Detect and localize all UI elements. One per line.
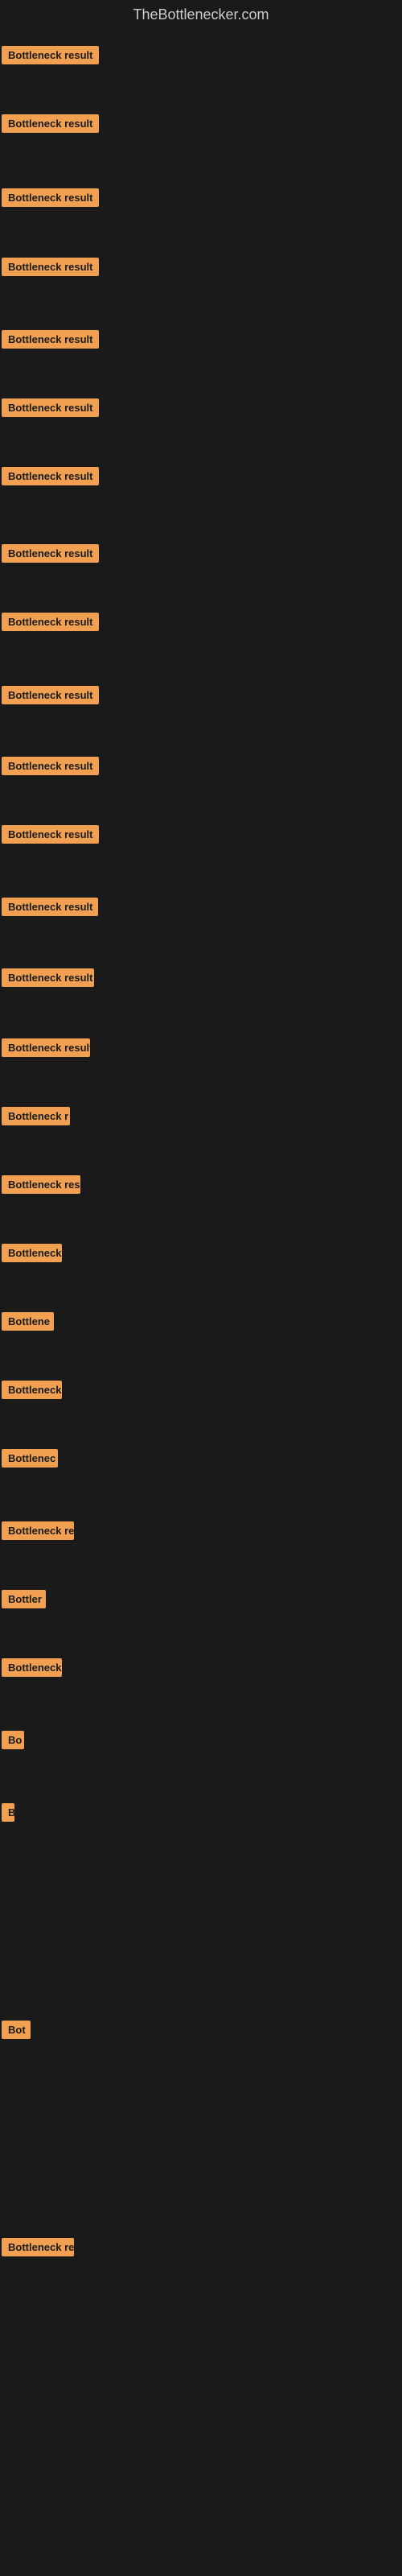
bottleneck-item: Bottleneck result	[2, 330, 99, 353]
bottleneck-badge: Bottleneck result	[2, 968, 94, 987]
bottleneck-item: Bottleneck result	[2, 1038, 90, 1061]
bottleneck-item: Bo	[2, 1731, 24, 1753]
bottleneck-item: Bottleneck result	[2, 258, 99, 280]
bottleneck-badge: Bottleneck result	[2, 825, 99, 844]
bottleneck-item: Bottlene	[2, 1312, 54, 1335]
bottleneck-badge: Bottlene	[2, 1312, 54, 1331]
bottleneck-item: Bottler	[2, 1590, 46, 1612]
bottleneck-badge: Bottleneck result	[2, 1038, 90, 1057]
bottleneck-badge: Bottleneck resu	[2, 1175, 80, 1194]
bottleneck-badge: Bottleneck result	[2, 757, 99, 775]
bottleneck-item: Bottlenec	[2, 1449, 58, 1472]
bottleneck-badge: Bottleneck	[2, 1244, 62, 1262]
bottleneck-badge: Bot	[2, 2021, 31, 2039]
bottleneck-item: Bottleneck result	[2, 686, 99, 708]
bottleneck-badge: Bottleneck result	[2, 898, 98, 916]
bottleneck-badge: Bottleneck result	[2, 544, 99, 563]
bottleneck-badge: Bottleneck result	[2, 613, 99, 631]
bottleneck-badge: Bottleneck result	[2, 114, 99, 133]
bottleneck-badge: Bottleneck r	[2, 1107, 70, 1125]
bottleneck-item: Bottleneck result	[2, 46, 99, 68]
bottleneck-item: Bottleneck re	[2, 1521, 74, 1544]
bottleneck-item: Bottleneck r	[2, 1107, 70, 1129]
bottleneck-badge: B	[2, 1803, 14, 1822]
bottleneck-item: Bottleneck result	[2, 757, 99, 779]
bottleneck-badge: Bottleneck result	[2, 188, 99, 207]
bottleneck-item: Bottleneck result	[2, 968, 94, 991]
bottleneck-item: Bottleneck result	[2, 114, 99, 137]
bottleneck-badge: Bottleneck result	[2, 258, 99, 276]
bottleneck-badge: Bottleneck result	[2, 686, 99, 704]
bottleneck-item: Bottleneck	[2, 1658, 62, 1681]
bottleneck-item: Bottleneck re	[2, 2238, 74, 2260]
bottleneck-item: Bot	[2, 2021, 31, 2043]
bottleneck-item: Bottleneck result	[2, 544, 99, 567]
bottleneck-badge: Bottleneck re	[2, 1521, 74, 1540]
bottleneck-item: Bottleneck	[2, 1244, 62, 1266]
bottleneck-item: Bottleneck	[2, 1381, 62, 1403]
bottleneck-item: Bottleneck result	[2, 898, 98, 920]
bottleneck-item: Bottleneck result	[2, 467, 99, 489]
site-title: TheBottlenecker.com	[0, 0, 402, 30]
bottleneck-badge: Bottleneck	[2, 1381, 62, 1399]
bottleneck-item: Bottleneck result	[2, 613, 99, 635]
bottleneck-item: Bottleneck resu	[2, 1175, 80, 1198]
bottleneck-badge: Bottlenec	[2, 1449, 58, 1468]
bottleneck-badge: Bottleneck	[2, 1658, 62, 1677]
bottleneck-badge: Bottleneck result	[2, 46, 99, 64]
bottleneck-badge: Bottleneck result	[2, 467, 99, 485]
bottleneck-badge: Bo	[2, 1731, 24, 1749]
bottleneck-badge: Bottler	[2, 1590, 46, 1608]
bottleneck-badge: Bottleneck re	[2, 2238, 74, 2256]
bottleneck-item: B	[2, 1803, 14, 1826]
bottleneck-badge: Bottleneck result	[2, 398, 99, 417]
bottleneck-badge: Bottleneck result	[2, 330, 99, 349]
bottleneck-item: Bottleneck result	[2, 825, 99, 848]
bottleneck-item: Bottleneck result	[2, 188, 99, 211]
bottleneck-item: Bottleneck result	[2, 398, 99, 421]
